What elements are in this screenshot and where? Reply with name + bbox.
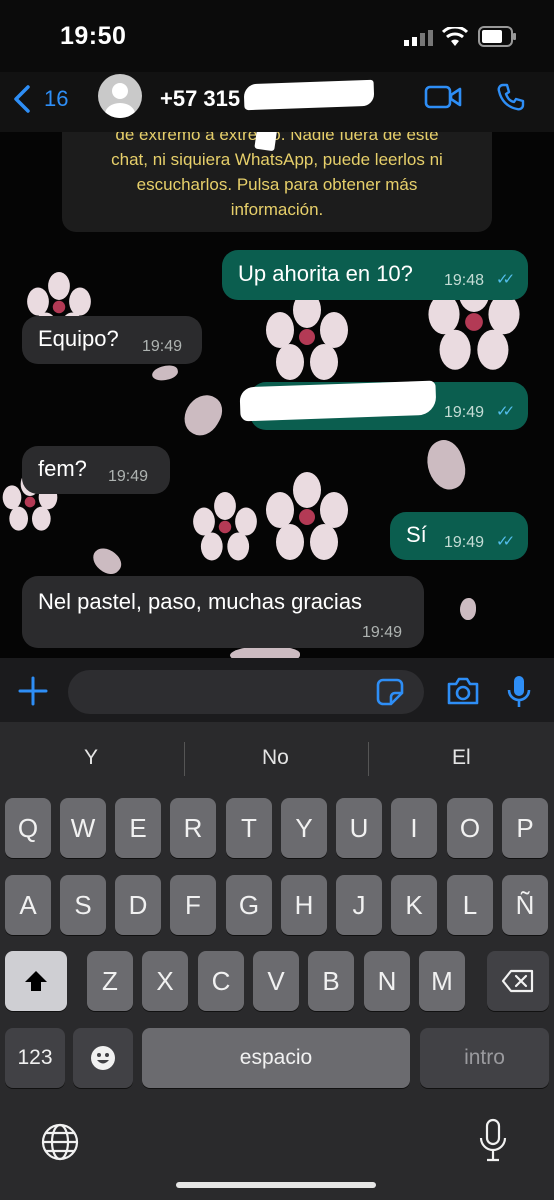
emoji-icon: [91, 1046, 115, 1070]
redaction-mark: [243, 79, 375, 111]
chat-area[interactable]: de extremo a extremo. Nadie fuera de est…: [0, 132, 554, 658]
petal-decoration: [177, 388, 229, 442]
encryption-notice-line: información.: [230, 200, 324, 219]
redaction-mark: [254, 132, 278, 152]
key-e[interactable]: E: [115, 798, 161, 858]
petal-decoration: [150, 363, 180, 383]
signal-icon: [404, 30, 434, 46]
return-key[interactable]: intro: [420, 1028, 549, 1088]
key-y[interactable]: Y: [281, 798, 327, 858]
battery-icon: [478, 26, 518, 48]
key-q[interactable]: Q: [5, 798, 51, 858]
message-bubble-outgoing[interactable]: 19:49 ✓✓: [239, 380, 528, 430]
backspace-key[interactable]: [487, 951, 549, 1011]
key-i[interactable]: I: [391, 798, 437, 858]
space-key[interactable]: espacio: [142, 1028, 410, 1088]
message-bubble-outgoing[interactable]: Sí 19:49 ✓✓: [390, 512, 528, 560]
key-b[interactable]: B: [308, 951, 354, 1011]
flower-decoration: [266, 292, 348, 380]
message-input[interactable]: [68, 670, 424, 714]
sticker-icon[interactable]: [376, 678, 404, 706]
key-o[interactable]: O: [447, 798, 493, 858]
contact-name[interactable]: +57 315: [160, 86, 240, 112]
encryption-notice-line: chat, ni siquiera WhatsApp, puede leerlo…: [111, 150, 443, 169]
key-u[interactable]: U: [336, 798, 382, 858]
message-text: Equipo?: [38, 326, 119, 351]
suggestion-3[interactable]: El: [452, 746, 471, 770]
suggestion-divider: [368, 742, 369, 776]
key-v[interactable]: V: [253, 951, 299, 1011]
suggestion-2[interactable]: No: [262, 746, 289, 770]
numbers-key[interactable]: 123: [5, 1028, 65, 1088]
suggestion-divider: [184, 742, 185, 776]
suggestion-1[interactable]: Y: [84, 746, 98, 770]
message-bubble-incoming[interactable]: fem? 19:49: [22, 446, 170, 494]
message-time: 19:49: [108, 468, 149, 485]
key-j[interactable]: J: [336, 875, 382, 935]
key-n-tilde[interactable]: Ñ: [502, 875, 548, 935]
message-time: 19:49: [444, 404, 485, 421]
key-w[interactable]: W: [60, 798, 106, 858]
key-n[interactable]: N: [364, 951, 410, 1011]
petal-decoration: [88, 542, 126, 580]
emoji-key[interactable]: [73, 1028, 133, 1088]
message-time: 19:49: [142, 338, 183, 355]
status-time: 19:50: [60, 22, 127, 50]
message-text: Nel pastel, paso, muchas gracias: [38, 589, 363, 614]
flower-decoration: [266, 472, 348, 560]
unread-count[interactable]: 16: [44, 86, 68, 112]
key-p[interactable]: P: [502, 798, 548, 858]
read-receipt-icon: ✓✓: [496, 533, 515, 550]
chevron-left-icon: [14, 85, 30, 113]
key-l[interactable]: L: [447, 875, 493, 935]
message-bubble-incoming[interactable]: Nel pastel, paso, muchas gracias 19:49: [22, 576, 424, 648]
message-time: 19:49: [444, 534, 485, 551]
petal-decoration: [460, 598, 476, 620]
message-bubble-incoming[interactable]: Equipo? 19:49: [22, 316, 202, 364]
message-time: 19:48: [444, 272, 485, 289]
key-x[interactable]: X: [142, 951, 188, 1011]
home-indicator: [176, 1182, 376, 1188]
shift-key[interactable]: [5, 951, 67, 1011]
message-text: Sí: [406, 522, 427, 547]
key-k[interactable]: K: [391, 875, 437, 935]
globe-icon[interactable]: [40, 1122, 80, 1162]
key-h[interactable]: H: [281, 875, 327, 935]
read-receipt-icon: ✓✓: [496, 403, 515, 420]
key-z[interactable]: Z: [87, 951, 133, 1011]
message-text: fem?: [38, 456, 87, 481]
read-receipt-icon: ✓✓: [496, 271, 515, 288]
encryption-notice[interactable]: de extremo a extremo. Nadie fuera de est…: [62, 132, 492, 232]
key-r[interactable]: R: [170, 798, 216, 858]
video-call-icon[interactable]: [424, 84, 462, 110]
encryption-notice-line: de extremo a extremo. Nadie fuera de est…: [115, 132, 439, 144]
message-time: 19:49: [362, 624, 403, 641]
camera-icon[interactable]: [446, 676, 480, 706]
plus-icon[interactable]: [18, 676, 48, 706]
message-text: Up ahorita en 10?: [238, 261, 413, 286]
key-s[interactable]: S: [60, 875, 106, 935]
microphone-icon[interactable]: [506, 674, 532, 710]
flower-decoration: [193, 492, 257, 561]
message-bubble-outgoing[interactable]: Up ahorita en 10? 19:48 ✓✓: [222, 250, 528, 300]
key-d[interactable]: D: [115, 875, 161, 935]
petal-decoration: [420, 435, 472, 495]
avatar[interactable]: [98, 74, 142, 118]
key-g[interactable]: G: [226, 875, 272, 935]
key-c[interactable]: C: [198, 951, 244, 1011]
encryption-notice-line: escucharlos. Pulsa para obtener más: [136, 175, 418, 194]
wifi-icon: [441, 25, 469, 47]
key-m[interactable]: M: [419, 951, 465, 1011]
shift-icon: [25, 971, 47, 991]
dictation-icon[interactable]: [478, 1118, 508, 1164]
backspace-icon: [501, 969, 534, 993]
key-a[interactable]: A: [5, 875, 51, 935]
key-t[interactable]: T: [226, 798, 272, 858]
phone-call-icon[interactable]: [496, 82, 526, 112]
key-f[interactable]: F: [170, 875, 216, 935]
redaction-mark: [239, 380, 437, 422]
